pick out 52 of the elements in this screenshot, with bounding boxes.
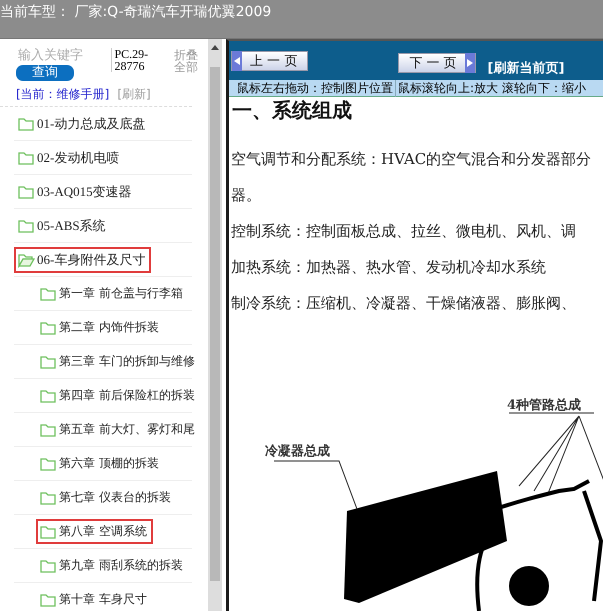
window-title: 当前车型： 厂家:Q-奇瑞汽车开瑞优翼2009 xyxy=(0,3,272,21)
tree-item[interactable]: 第九章 雨刮系统的拆装 xyxy=(36,553,189,578)
tree-item[interactable]: 01-动力总成及底盘 xyxy=(14,110,152,136)
search-button[interactable]: 查询 xyxy=(16,65,74,81)
open-folder-icon xyxy=(18,252,35,268)
scrollbar[interactable] xyxy=(208,39,222,611)
callout-label: 冷凝器总成 xyxy=(265,444,330,459)
callout-label: 4种管路总成 xyxy=(507,398,582,413)
folder-icon xyxy=(40,388,57,404)
scroll-up-arrow-icon[interactable] xyxy=(211,45,219,50)
document-line: 空气调节和分配系统：HVAC的空气混合和分发器部分 xyxy=(230,149,592,170)
hint-text: 鼠标左右拖动：控制图片位置 xyxy=(237,80,393,96)
tree-item[interactable]: 05-ABS系统 xyxy=(14,212,112,238)
right-arrow-icon xyxy=(466,59,473,67)
folder-icon xyxy=(40,490,57,506)
folder-icon xyxy=(40,354,57,370)
tree-item[interactable]: 第六章 顶棚的拆装 xyxy=(36,451,165,476)
tree-item[interactable]: 03-AQ015变速器 xyxy=(14,178,138,204)
folder-icon xyxy=(40,286,57,302)
folder-icon xyxy=(18,184,35,200)
document-line: 控制系统：控制面板总成、拉丝、微电机、风机、调 xyxy=(230,221,577,242)
document-line: 器。 xyxy=(230,185,262,206)
folder-icon xyxy=(40,456,57,472)
folder-icon xyxy=(40,320,57,336)
folder-icon xyxy=(40,558,57,574)
folder-icon xyxy=(18,116,35,132)
code-text: PC.29-28776 xyxy=(111,48,158,72)
tree-item[interactable]: 第二章 内饰件拆装 xyxy=(36,315,165,340)
left-arrow-icon xyxy=(234,57,240,65)
current-manual-label: [当前：维修手册] xyxy=(16,86,110,103)
tree-item[interactable]: 第四章 前后保险杠的拆装 xyxy=(36,383,201,408)
tree-item[interactable]: 第八章 空调系统 xyxy=(36,519,153,544)
folder-icon xyxy=(18,218,35,234)
document-line: 加热系统：加热器、热水管、发动机冷却水系统 xyxy=(230,257,547,278)
refresh-page-link[interactable]: [刷新当前页] xyxy=(488,59,564,77)
tree-item[interactable]: 第五章 前大灯、雾灯和尾 xyxy=(36,417,201,442)
folder-icon xyxy=(40,422,57,438)
tree-item[interactable]: 02-发动机电喷 xyxy=(14,144,126,170)
search-field[interactable]: 输入关键字 xyxy=(16,44,108,63)
tree-item[interactable]: 第十章 车身尺寸 xyxy=(36,587,153,611)
folder-icon xyxy=(18,150,35,166)
tree-item[interactable]: 第一章 前仓盖与行李箱 xyxy=(36,281,189,306)
folder-icon xyxy=(40,592,57,608)
hint-text: 鼠标滚轮向上:放大 滚轮向下：缩小 xyxy=(395,80,586,96)
next-page-button[interactable]: 下 一 页 xyxy=(398,53,476,73)
document-line: 制冷系统：压缩机、冷凝器、干燥储液器、膨胀阀、 xyxy=(230,293,577,314)
tree-item[interactable]: 第三章 车门的拆卸与维修 xyxy=(36,349,201,374)
previous-page-button[interactable]: 上 一 页 xyxy=(231,51,308,71)
folder-icon xyxy=(40,524,57,540)
tree-item[interactable]: 06-车身附件及尺寸 xyxy=(14,246,152,272)
tree-item[interactable]: 第七章 仪表台的拆装 xyxy=(36,485,177,510)
section-heading: 一、系统组成 xyxy=(231,99,353,121)
